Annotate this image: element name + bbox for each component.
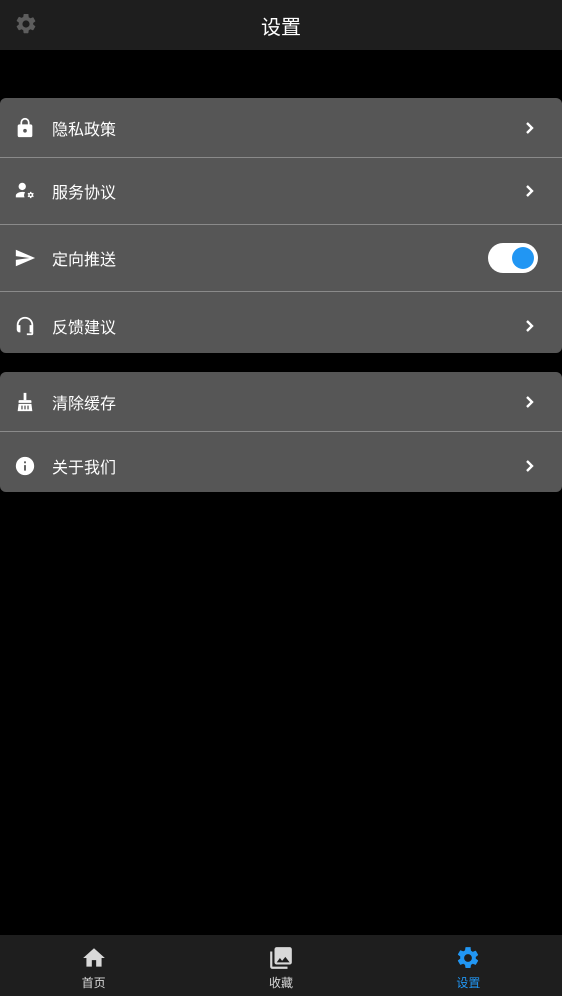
page-title: 设置 [261, 14, 301, 39]
settings-item-service-agreement[interactable]: 服务协议 [0, 158, 562, 225]
chevron-right-icon [520, 392, 540, 412]
headset-icon [14, 315, 36, 337]
settings-group-1: 隐私政策 服务协议 定向推送 反馈建议 [0, 98, 562, 353]
chevron-right-icon [520, 118, 540, 138]
settings-item-clear-cache[interactable]: 清除缓存 [0, 372, 562, 432]
header-bar: 设置 [0, 0, 562, 50]
tab-label: 收藏 [268, 976, 293, 990]
send-icon [14, 247, 36, 269]
user-gear-icon [14, 180, 36, 202]
chevron-right-icon [520, 456, 540, 476]
tab-label: 首页 [81, 976, 106, 990]
settings-item-targeted-push: 定向推送 [0, 225, 562, 292]
info-icon [14, 455, 36, 477]
gallery-icon [270, 947, 292, 969]
settings-item-about-us[interactable]: 关于我们 [0, 432, 562, 492]
settings-item-label: 定向推送 [52, 250, 117, 269]
settings-item-privacy-policy[interactable]: 隐私政策 [0, 98, 562, 158]
settings-item-label: 服务协议 [52, 183, 117, 202]
tab-settings[interactable]: 设置 [375, 935, 562, 996]
settings-item-label: 清除缓存 [52, 393, 117, 413]
chevron-right-icon [520, 316, 540, 336]
tab-favorites[interactable]: 收藏 [187, 935, 374, 996]
toggle-knob [512, 247, 534, 269]
settings-screen: 设置 隐私政策 服务协议 定向推送 反馈建议 清除缓存 关于我们 首页 收藏 设… [0, 0, 562, 996]
tab-label: 设置 [456, 976, 481, 990]
settings-group-2: 清除缓存 关于我们 [0, 372, 562, 492]
lock-icon [14, 117, 36, 139]
home-icon [82, 948, 105, 967]
settings-item-label: 反馈建议 [52, 317, 117, 337]
settings-item-label: 关于我们 [52, 457, 117, 477]
broom-icon [14, 391, 36, 413]
tab-home[interactable]: 首页 [0, 935, 187, 996]
gear-icon [458, 947, 479, 968]
bottom-tab-bar: 首页 收藏 设置 [0, 935, 562, 996]
settings-item-feedback[interactable]: 反馈建议 [0, 292, 562, 353]
gear-icon [16, 13, 36, 34]
chevron-right-icon [520, 181, 540, 201]
settings-item-label: 隐私政策 [52, 119, 117, 139]
targeted-push-toggle[interactable] [488, 243, 538, 273]
